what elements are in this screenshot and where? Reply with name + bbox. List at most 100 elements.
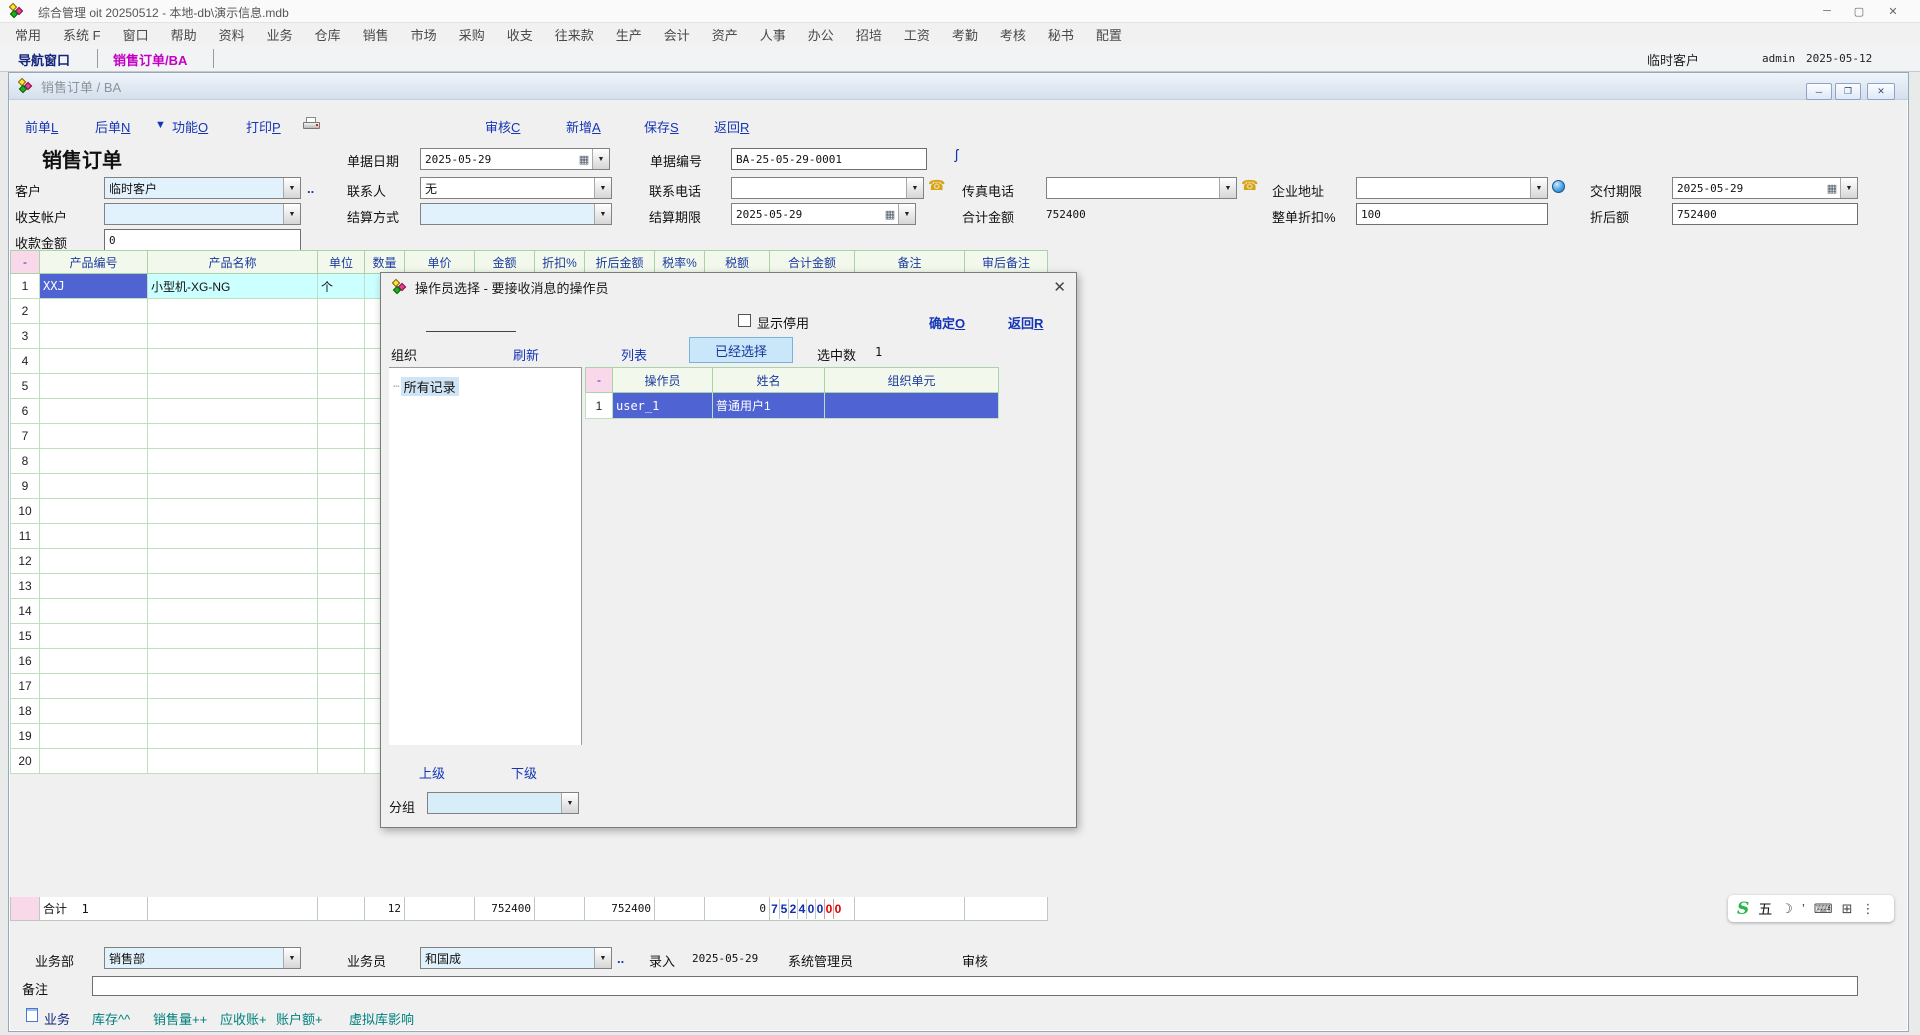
grid-rownum-cell[interactable]: 13 bbox=[10, 574, 40, 599]
salesman-select[interactable]: 和国成 ▼ bbox=[420, 947, 612, 969]
grid-header-cell[interactable]: 金额 bbox=[475, 250, 535, 274]
grid-rownum-cell[interactable]: 9 bbox=[10, 474, 40, 499]
menu-item[interactable]: 帮助 bbox=[160, 25, 208, 44]
grid-header-cell[interactable]: - bbox=[10, 250, 40, 274]
grid-rownum-cell[interactable]: 8 bbox=[10, 449, 40, 474]
customer-select[interactable]: 临时客户 ▼ bbox=[104, 177, 301, 199]
grid-cell[interactable] bbox=[318, 749, 365, 774]
dialog-grid-rownum-cell[interactable]: 1 bbox=[585, 393, 613, 419]
menu-item[interactable]: 办公 bbox=[797, 25, 845, 44]
grid-cell[interactable] bbox=[40, 424, 148, 449]
grid-cell[interactable] bbox=[318, 724, 365, 749]
doc-close-button[interactable]: ✕ bbox=[1867, 83, 1895, 100]
function-button[interactable]: 功能O bbox=[172, 117, 208, 136]
already-selected-button[interactable]: 已经选择 bbox=[689, 337, 793, 363]
dropdown-arrow-icon[interactable]: ▼ bbox=[594, 204, 611, 224]
grid-rownum-cell[interactable]: 10 bbox=[10, 499, 40, 524]
dropdown-arrow-icon[interactable]: ▼ bbox=[1530, 178, 1547, 198]
grid-cell[interactable] bbox=[148, 674, 318, 699]
dialog-grid-cell-operator[interactable]: user_1 bbox=[613, 393, 713, 419]
dialog-grid-row[interactable]: 1user_1普通用户1 bbox=[585, 393, 999, 419]
menu-item[interactable]: 往来款 bbox=[544, 25, 605, 44]
back-button[interactable]: 返回R bbox=[714, 117, 749, 136]
grid-header-cell[interactable]: 折扣% bbox=[535, 250, 585, 274]
bottom-link[interactable]: 销售量++ bbox=[153, 1009, 207, 1028]
grid-header-cell[interactable]: 备注 bbox=[855, 250, 965, 274]
grid-rownum-cell[interactable]: 19 bbox=[10, 724, 40, 749]
menu-item[interactable]: 仓库 bbox=[304, 25, 352, 44]
note-field[interactable] bbox=[92, 976, 1858, 996]
grid-cell[interactable] bbox=[40, 399, 148, 424]
menu-item[interactable]: 考勤 bbox=[941, 25, 989, 44]
grid-cell[interactable] bbox=[318, 449, 365, 474]
grid-cell[interactable] bbox=[318, 499, 365, 524]
phone-select[interactable]: ▼ bbox=[731, 177, 924, 199]
grid-rownum-cell[interactable]: 1 bbox=[10, 274, 40, 299]
menu-item[interactable]: 销售 bbox=[352, 25, 400, 44]
ime-bar[interactable]: S 五 ☽’⌨⊞⋮ bbox=[1728, 895, 1894, 922]
grid-cell[interactable] bbox=[40, 324, 148, 349]
grid-cell[interactable] bbox=[318, 574, 365, 599]
menu-item[interactable]: 考核 bbox=[989, 25, 1037, 44]
menu-item[interactable]: 招培 bbox=[845, 25, 893, 44]
tab-sales-order[interactable]: 销售订单/BA bbox=[99, 48, 201, 70]
tree-item-all-records[interactable]: ┄ 所有记录 bbox=[393, 377, 459, 396]
grid-rownum-cell[interactable]: 4 bbox=[10, 349, 40, 374]
grid-cell[interactable] bbox=[318, 649, 365, 674]
ime-icon[interactable]: ☽ bbox=[1781, 901, 1793, 917]
grid-cell[interactable] bbox=[318, 674, 365, 699]
printer-icon[interactable] bbox=[303, 117, 320, 131]
dropdown-arrow-icon[interactable]: ▼ bbox=[1840, 178, 1857, 198]
doc-minimize-button[interactable]: ─ bbox=[1806, 83, 1832, 100]
grid-cell[interactable] bbox=[40, 749, 148, 774]
dialog-grid-cell-org[interactable] bbox=[825, 393, 999, 419]
date-select[interactable]: 2025-05-29 ▦ ▼ bbox=[420, 148, 610, 170]
menu-item[interactable]: 人事 bbox=[749, 25, 797, 44]
ime-icon[interactable]: ⊞ bbox=[1842, 901, 1853, 917]
dialog-back-button[interactable]: 返回R bbox=[1008, 313, 1043, 332]
grid-cell[interactable] bbox=[318, 624, 365, 649]
globe-icon[interactable] bbox=[1552, 180, 1565, 193]
dialog-titlebar[interactable]: 操作员选择 - 要接收消息的操作员 ✕ bbox=[381, 273, 1076, 301]
dept-select[interactable]: 销售部 ▼ bbox=[104, 947, 301, 969]
grid-rownum-cell[interactable]: 17 bbox=[10, 674, 40, 699]
grid-header-cell[interactable]: 单位 bbox=[318, 250, 365, 274]
add-button[interactable]: 新增A bbox=[566, 117, 601, 136]
ime-icon[interactable]: ⋮ bbox=[1862, 901, 1875, 917]
grid-cell[interactable] bbox=[318, 524, 365, 549]
grid-rownum-cell[interactable]: 5 bbox=[10, 374, 40, 399]
window-close-button[interactable]: ✕ bbox=[1878, 0, 1908, 22]
ime-logo-icon[interactable]: S bbox=[1737, 899, 1749, 919]
grid-rownum-cell[interactable]: 11 bbox=[10, 524, 40, 549]
menu-item[interactable]: 市场 bbox=[400, 25, 448, 44]
grid-cell[interactable] bbox=[40, 299, 148, 324]
menu-item[interactable]: 资产 bbox=[701, 25, 749, 44]
ime-icon[interactable]: ’ bbox=[1802, 901, 1805, 916]
menu-item[interactable]: 收支 bbox=[496, 25, 544, 44]
grid-cell[interactable] bbox=[40, 699, 148, 724]
window-minimize-button[interactable]: ─ bbox=[1812, 0, 1842, 22]
settle-select[interactable]: ▼ bbox=[420, 203, 612, 225]
dropdown-arrow-icon[interactable]: ▼ bbox=[592, 149, 609, 169]
order-no-field[interactable]: BA-25-05-29-0001 bbox=[731, 148, 927, 170]
window-maximize-button[interactable]: ▢ bbox=[1844, 0, 1874, 22]
save-button[interactable]: 保存S bbox=[644, 117, 679, 136]
fax-phone-icon[interactable]: ☎ bbox=[1241, 177, 1258, 194]
menu-item[interactable]: 秘书 bbox=[1037, 25, 1085, 44]
dialog-grid-header-cell[interactable]: 姓名 bbox=[713, 367, 825, 393]
salesman-more-button[interactable]: .. bbox=[617, 951, 624, 966]
grid-cell[interactable] bbox=[148, 599, 318, 624]
dropdown-arrow-icon[interactable]: ▼ bbox=[283, 948, 300, 968]
menu-item[interactable]: 常用 bbox=[4, 25, 52, 44]
list-link[interactable]: 列表 bbox=[621, 345, 647, 364]
grid-rownum-cell[interactable]: 7 bbox=[10, 424, 40, 449]
next-order-button[interactable]: 后单N bbox=[95, 117, 130, 136]
grid-cell[interactable] bbox=[148, 349, 318, 374]
dropdown-arrow-icon[interactable]: ▼ bbox=[283, 204, 300, 224]
grid-cell[interactable] bbox=[318, 699, 365, 724]
dropdown-arrow-icon[interactable]: ▼ bbox=[906, 178, 923, 198]
dialog-grid-header-cell[interactable]: 操作员 bbox=[613, 367, 713, 393]
grid-cell[interactable] bbox=[40, 524, 148, 549]
grid-rownum-cell[interactable]: 3 bbox=[10, 324, 40, 349]
menu-item[interactable]: 会计 bbox=[653, 25, 701, 44]
